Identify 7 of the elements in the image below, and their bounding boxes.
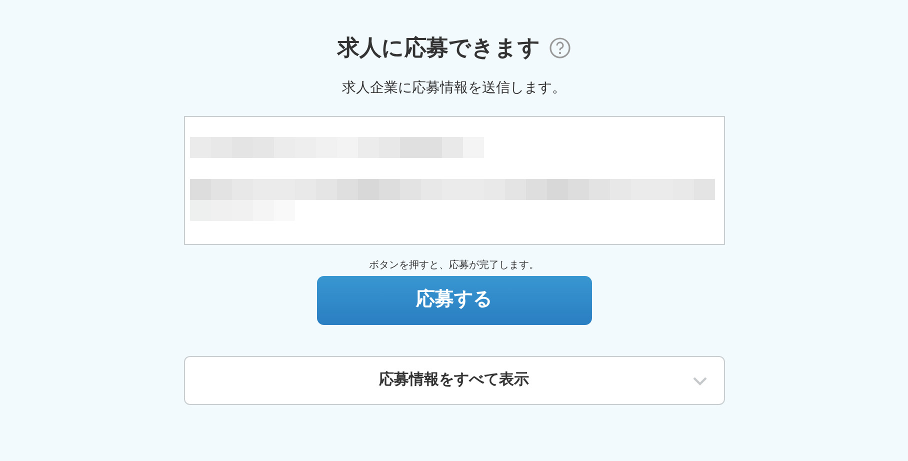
- instruction-text: ボタンを押すと、応募が完了します。: [368, 259, 540, 273]
- chevron-icon: [692, 374, 708, 388]
- show-all-toggle[interactable]: 応募情報をすべて表示: [184, 356, 724, 405]
- page-title: 求人に応募できます: [338, 34, 540, 62]
- subtitle-text: 求人企業に応募情報を送信します。: [341, 78, 567, 97]
- apply-button[interactable]: 応募する: [316, 276, 592, 325]
- help-icon[interactable]: [548, 37, 570, 59]
